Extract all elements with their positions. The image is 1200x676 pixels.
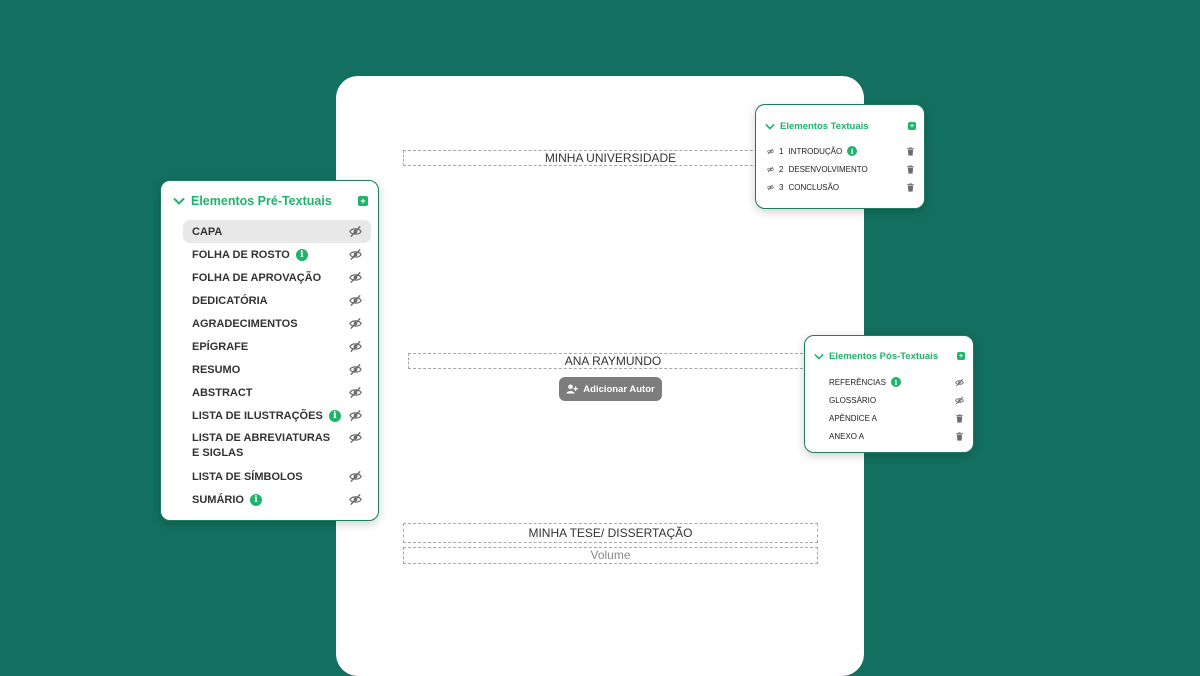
trash-icon[interactable] [955, 413, 964, 423]
trash-icon[interactable] [906, 146, 915, 156]
item-label: GLOSSÁRIO [829, 395, 877, 405]
post-textual-title: Elementos Pós-Textuais [829, 350, 939, 362]
add-user-icon [566, 384, 579, 394]
add-author-label: Adicionar Autor [583, 383, 655, 395]
add-icon[interactable]: + [908, 122, 916, 130]
info-icon[interactable]: i [890, 377, 901, 387]
title-text: MINHA TESE/ DISSERTAÇÃO [528, 526, 693, 540]
eye-off-icon[interactable] [349, 470, 362, 483]
textual-panel: Elementos Textuais + 1 INTRODUÇÃO i 2 DESENV… [755, 104, 925, 209]
item-label: AGRADECIMENTOS [192, 317, 298, 330]
item-label: RESUMO [192, 363, 241, 376]
trash-icon[interactable] [906, 182, 915, 192]
pre-textual-item[interactable]: CAPA [183, 220, 371, 243]
post-textual-item[interactable]: REFERÊNCIAS i [805, 373, 973, 391]
info-icon[interactable]: i [847, 146, 858, 156]
eye-off-icon[interactable] [349, 431, 362, 444]
eye-off-icon[interactable] [349, 493, 362, 506]
eye-off-icon[interactable] [349, 225, 362, 238]
item-label: INTRODUÇÃO [788, 146, 843, 156]
item-label: ANEXO A [829, 431, 865, 441]
eye-off-icon[interactable] [349, 294, 362, 307]
author-field[interactable]: ANA RAYMUNDO [408, 353, 818, 369]
pre-textual-item[interactable]: AGRADECIMENTOS [183, 312, 371, 335]
add-icon[interactable]: + [358, 196, 368, 206]
item-label: DESENVOLVIMENTO [788, 164, 868, 174]
eye-off-icon[interactable] [767, 147, 774, 155]
textual-title: Elementos Textuais [780, 120, 869, 132]
item-label: REFERÊNCIAS [829, 377, 886, 387]
eye-off-icon[interactable] [349, 363, 362, 376]
eye-off-icon[interactable] [955, 396, 964, 405]
trash-icon[interactable] [955, 431, 964, 441]
pre-textual-item[interactable]: SUMÁRIO i [183, 488, 371, 511]
add-icon[interactable]: + [957, 352, 965, 360]
eye-off-icon[interactable] [349, 386, 362, 399]
volume-text: Volume [590, 548, 631, 562]
item-label: LISTA DE SÍMBOLOS [192, 470, 303, 483]
item-label: LISTA DE ILUSTRAÇÕES [192, 409, 323, 422]
pre-textual-item[interactable]: RESUMO [183, 358, 371, 381]
chevron-down-icon[interactable] [173, 197, 185, 205]
item-label: CAPA [192, 225, 223, 238]
post-textual-item[interactable]: GLOSSÁRIO [805, 391, 973, 409]
pre-textual-item[interactable]: ABSTRACT [183, 381, 371, 404]
pre-textual-title: Elementos Pré-Textuais [191, 194, 332, 208]
item-label: SUMÁRIO [192, 493, 244, 506]
trash-icon[interactable] [906, 164, 915, 174]
pre-textual-item[interactable]: LISTA DE SÍMBOLOS [183, 465, 371, 488]
textual-item[interactable]: 2 DESENVOLVIMENTO [756, 160, 924, 178]
pre-textual-panel: Elementos Pré-Textuais + CAPA FOLHA DE RO… [160, 180, 379, 521]
university-text: MINHA UNIVERSIDADE [544, 151, 677, 165]
textual-item[interactable]: 1 INTRODUÇÃO i [756, 142, 924, 160]
post-textual-item[interactable]: APÊNDICE A [805, 409, 973, 427]
eye-off-icon[interactable] [349, 409, 362, 422]
pre-textual-item[interactable]: FOLHA DE APROVAÇÃO [183, 266, 371, 289]
pre-textual-item[interactable]: LISTA DE ILUSTRAÇÕES i [183, 404, 371, 427]
post-textual-header[interactable]: Elementos Pós-Textuais + [805, 349, 973, 363]
item-label: FOLHA DE APROVAÇÃO [192, 271, 322, 284]
textual-header[interactable]: Elementos Textuais + [756, 119, 924, 133]
eye-off-icon[interactable] [349, 340, 362, 353]
pre-textual-header[interactable]: Elementos Pré-Textuais + [161, 193, 378, 209]
info-icon[interactable]: i [328, 409, 341, 422]
author-text: ANA RAYMUNDO [564, 354, 662, 368]
item-label: FOLHA DE ROSTO [192, 248, 290, 261]
eye-off-icon[interactable] [349, 271, 362, 284]
pre-textual-item[interactable]: DEDICATÓRIA [183, 289, 371, 312]
title-field[interactable]: MINHA TESE/ DISSERTAÇÃO [403, 523, 818, 543]
pre-textual-item[interactable]: EPÍGRAFE [183, 335, 371, 358]
item-label: ABSTRACT [192, 386, 253, 399]
post-textual-item[interactable]: ANEXO A [805, 427, 973, 445]
info-icon[interactable]: i [249, 493, 262, 506]
add-author-button[interactable]: Adicionar Autor [559, 377, 662, 401]
eye-off-icon[interactable] [955, 378, 964, 387]
item-label: APÊNDICE A [829, 413, 878, 423]
pre-textual-item[interactable]: FOLHA DE ROSTO i [183, 243, 371, 266]
eye-off-icon[interactable] [767, 165, 774, 173]
item-label: CONCLUSÃO [788, 182, 840, 192]
item-number: 1 [779, 146, 784, 156]
info-icon[interactable]: i [295, 248, 308, 261]
item-label: LISTA DE ABREVIATURAS E SIGLAS [192, 432, 331, 459]
eye-off-icon[interactable] [767, 183, 774, 191]
item-number: 3 [779, 182, 784, 192]
volume-field[interactable]: Volume [403, 547, 818, 564]
chevron-down-icon[interactable] [765, 123, 775, 130]
eye-off-icon[interactable] [349, 317, 362, 330]
item-number: 2 [779, 164, 784, 174]
item-label: DEDICATÓRIA [192, 294, 268, 307]
chevron-down-icon[interactable] [814, 353, 824, 360]
post-textual-panel: Elementos Pós-Textuais + REFERÊNCIAS i GLO… [804, 335, 974, 453]
item-label: EPÍGRAFE [192, 340, 249, 353]
textual-item[interactable]: 3 CONCLUSÃO [756, 178, 924, 196]
pre-textual-item[interactable]: LISTA DE ABREVIATURAS E SIGLAS [183, 427, 371, 465]
eye-off-icon[interactable] [349, 248, 362, 261]
